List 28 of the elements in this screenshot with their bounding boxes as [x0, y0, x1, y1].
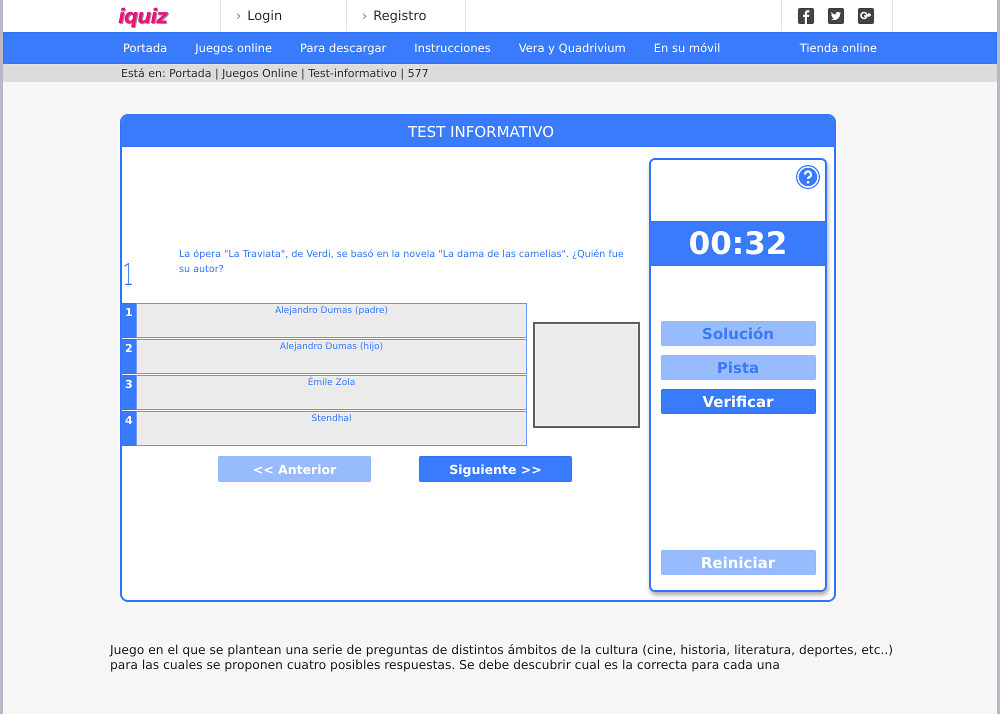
answer-option[interactable]: Stendhal [136, 411, 527, 446]
action-button[interactable]: Verificar [660, 389, 816, 414]
quiz-title: TEST INFORMATIVO [408, 122, 554, 140]
answer-option[interactable]: Émile Zola [136, 375, 527, 410]
breadcrumb: Está en: Portada | Juegos Online | Test-informativo | 577 [121, 66, 429, 80]
nav-link[interactable]: Portada [109, 37, 182, 59]
answer-number: 1 [124, 305, 134, 321]
google-plus-icon[interactable] [858, 8, 874, 24]
nav-link[interactable]: Vera y Quadrivium [504, 37, 640, 59]
nav-link[interactable]: En su móvil [640, 37, 734, 59]
facebook-icon[interactable] [798, 8, 814, 24]
help-icon[interactable] [795, 164, 821, 190]
nav-link[interactable]: Juegos online [181, 37, 286, 59]
answer-option[interactable]: Alejandro Dumas (hijo) [136, 339, 527, 374]
nav-link[interactable]: Para descargar [286, 37, 400, 59]
answer-number: 2 [124, 341, 134, 357]
game-description: Juego en el que se plantean una serie de preguntas de distintos ámbitos de la cultura (cine, historia, literatura, deportes, etc..) para las cuales se proponen cuatro posibles respuestas. Se debe descubrir cual es la correcta para cada una [110, 643, 894, 673]
next-button[interactable]: Siguiente >> [419, 456, 572, 482]
countdown-timer: 00:32 [651, 221, 825, 266]
answer-option[interactable]: Alejandro Dumas (padre) [136, 303, 527, 338]
answer-number: 4 [124, 413, 134, 429]
answer-number: 3 [124, 377, 134, 393]
question-number: 1 [122, 261, 136, 291]
nav-link[interactable]: Tienda online [786, 37, 891, 59]
nav-link[interactable]: Instrucciones [400, 37, 505, 59]
site-logo[interactable]: iquiz [110, 4, 220, 28]
question-text: La ópera "La Traviata", de Verdi, se basó en la novela "La dama de las camelias". ¿Quién fue su autor? [179, 248, 625, 277]
twitter-icon[interactable] [828, 8, 844, 24]
